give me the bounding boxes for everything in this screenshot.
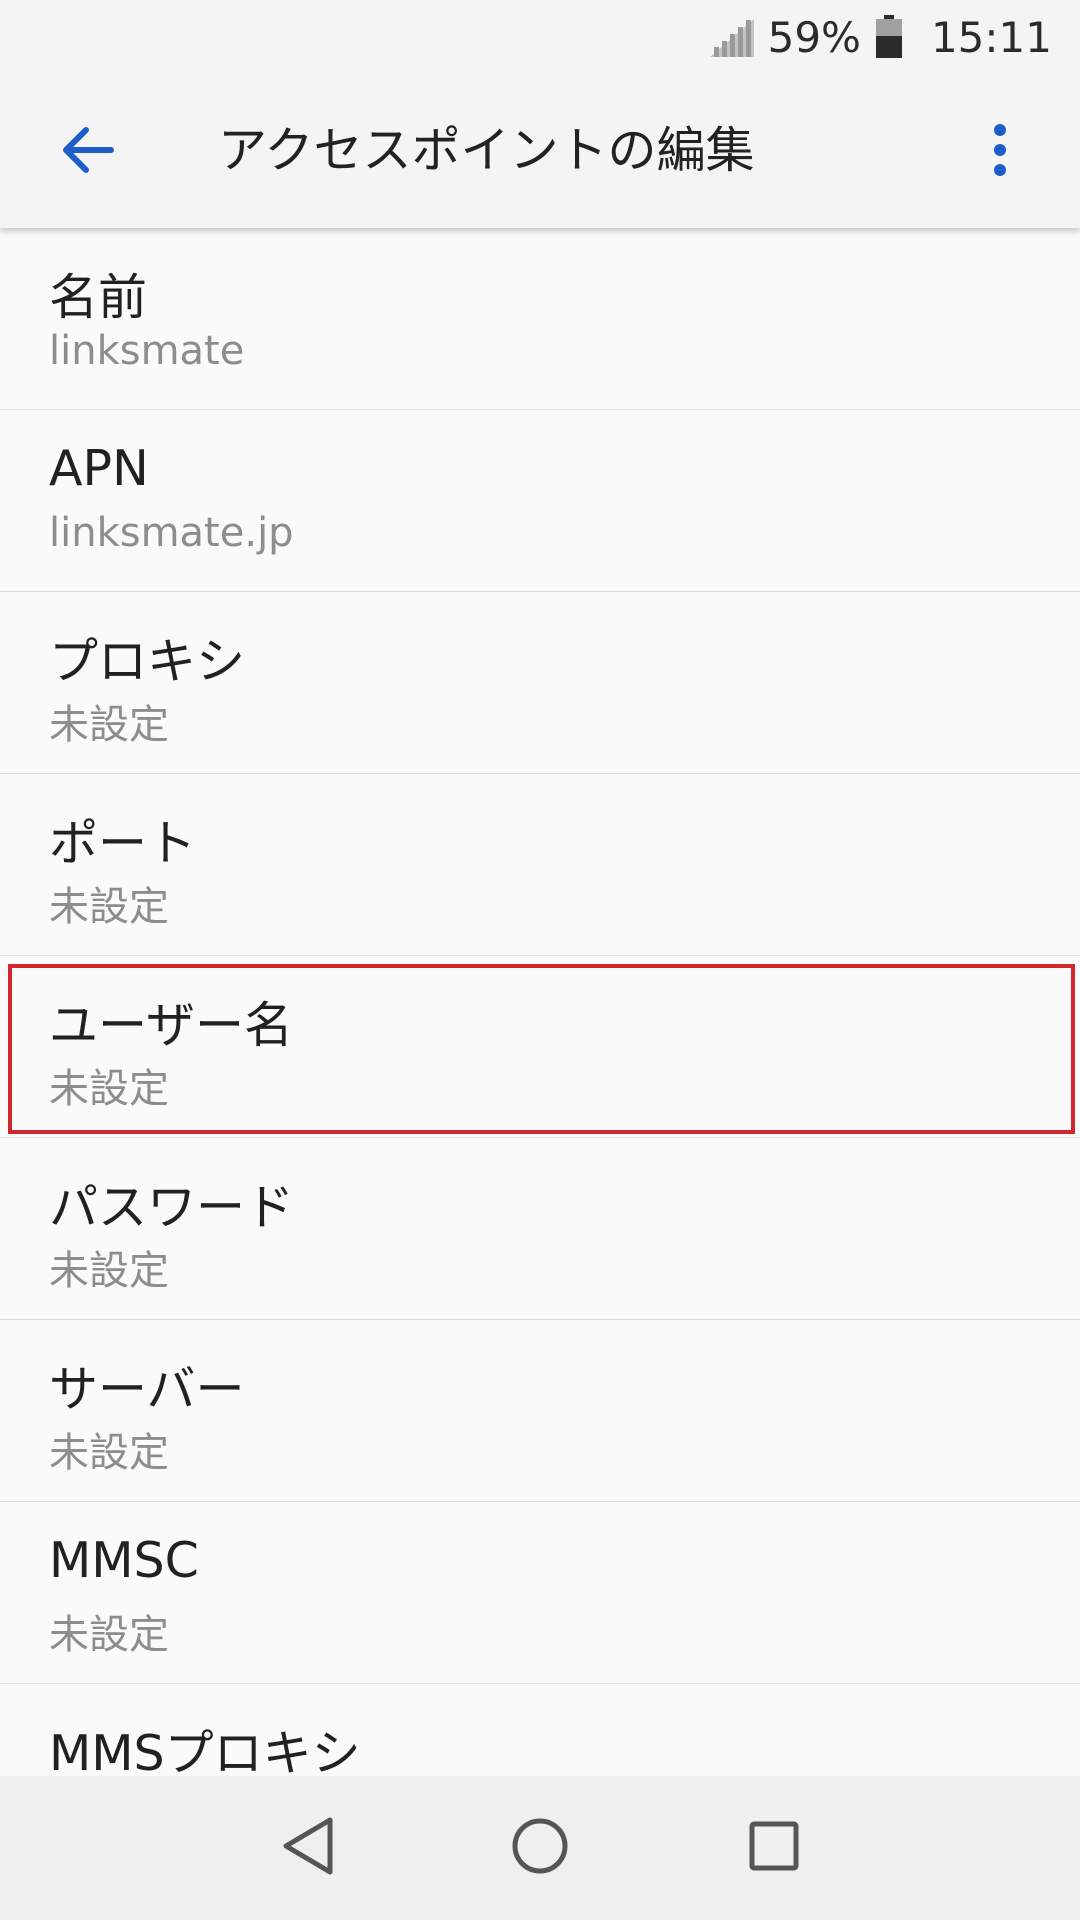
- navigation-bar: [0, 1776, 1080, 1920]
- screen: 59% 15:11 アクセスポイントの編集 名前 linksmate APN l…: [0, 0, 1080, 1920]
- setting-title: 名前: [49, 269, 148, 326]
- status-bar: 59% 15:11: [0, 0, 1080, 74]
- setting-value: 未設定: [49, 1248, 169, 1294]
- clock: 15:11: [930, 12, 1052, 62]
- setting-username[interactable]: ユーザー名 未設定: [0, 956, 1080, 1138]
- overflow-menu-button[interactable]: [956, 108, 1044, 196]
- nav-back-button[interactable]: [258, 1798, 358, 1898]
- more-vert-icon: [992, 124, 1008, 180]
- battery-icon: [875, 15, 903, 59]
- setting-name[interactable]: 名前 linksmate: [0, 228, 1080, 410]
- setting-value: 未設定: [49, 1612, 169, 1658]
- setting-title: APN: [49, 440, 149, 497]
- setting-value: 未設定: [49, 884, 169, 930]
- signal-icon: [708, 17, 754, 57]
- setting-port[interactable]: ポート 未設定: [0, 774, 1080, 956]
- setting-password[interactable]: パスワード 未設定: [0, 1138, 1080, 1320]
- setting-server[interactable]: サーバー 未設定: [0, 1320, 1080, 1502]
- setting-value: 未設定: [49, 1066, 169, 1112]
- setting-title: パスワード: [49, 1179, 295, 1236]
- arrow-back-icon: [62, 127, 114, 177]
- setting-title: ユーザー名: [49, 997, 294, 1054]
- setting-title: ポート: [49, 815, 197, 872]
- nav-recents-button[interactable]: [724, 1798, 824, 1898]
- status-indicators: 59% 15:11: [708, 0, 1052, 74]
- setting-apn[interactable]: APN linksmate.jp: [0, 410, 1080, 592]
- setting-value: linksmate: [49, 328, 245, 374]
- setting-proxy[interactable]: プロキシ 未設定: [0, 592, 1080, 774]
- app-bar: アクセスポイントの編集: [0, 74, 1080, 228]
- setting-value: 未設定: [49, 1430, 169, 1476]
- nav-back-icon: [280, 1816, 336, 1880]
- setting-title: プロキシ: [49, 633, 246, 690]
- setting-value: linksmate.jp: [49, 510, 294, 556]
- nav-recents-icon: [748, 1820, 800, 1876]
- nav-home-icon: [511, 1817, 569, 1879]
- back-button[interactable]: [44, 108, 132, 196]
- setting-title: サーバー: [49, 1361, 245, 1418]
- setting-mmsc[interactable]: MMSC 未設定: [0, 1502, 1080, 1684]
- setting-mms-proxy[interactable]: MMSプロキシ: [0, 1684, 1080, 1776]
- setting-title: MMSプロキシ: [49, 1725, 361, 1776]
- settings-list: 名前 linksmate APN linksmate.jp プロキシ 未設定 ポ…: [0, 228, 1080, 1776]
- page-title: アクセスポイントの編集: [218, 122, 755, 179]
- nav-home-button[interactable]: [490, 1798, 590, 1898]
- setting-title: MMSC: [49, 1532, 199, 1589]
- battery-percent: 59%: [767, 12, 861, 62]
- setting-value: 未設定: [49, 702, 169, 748]
